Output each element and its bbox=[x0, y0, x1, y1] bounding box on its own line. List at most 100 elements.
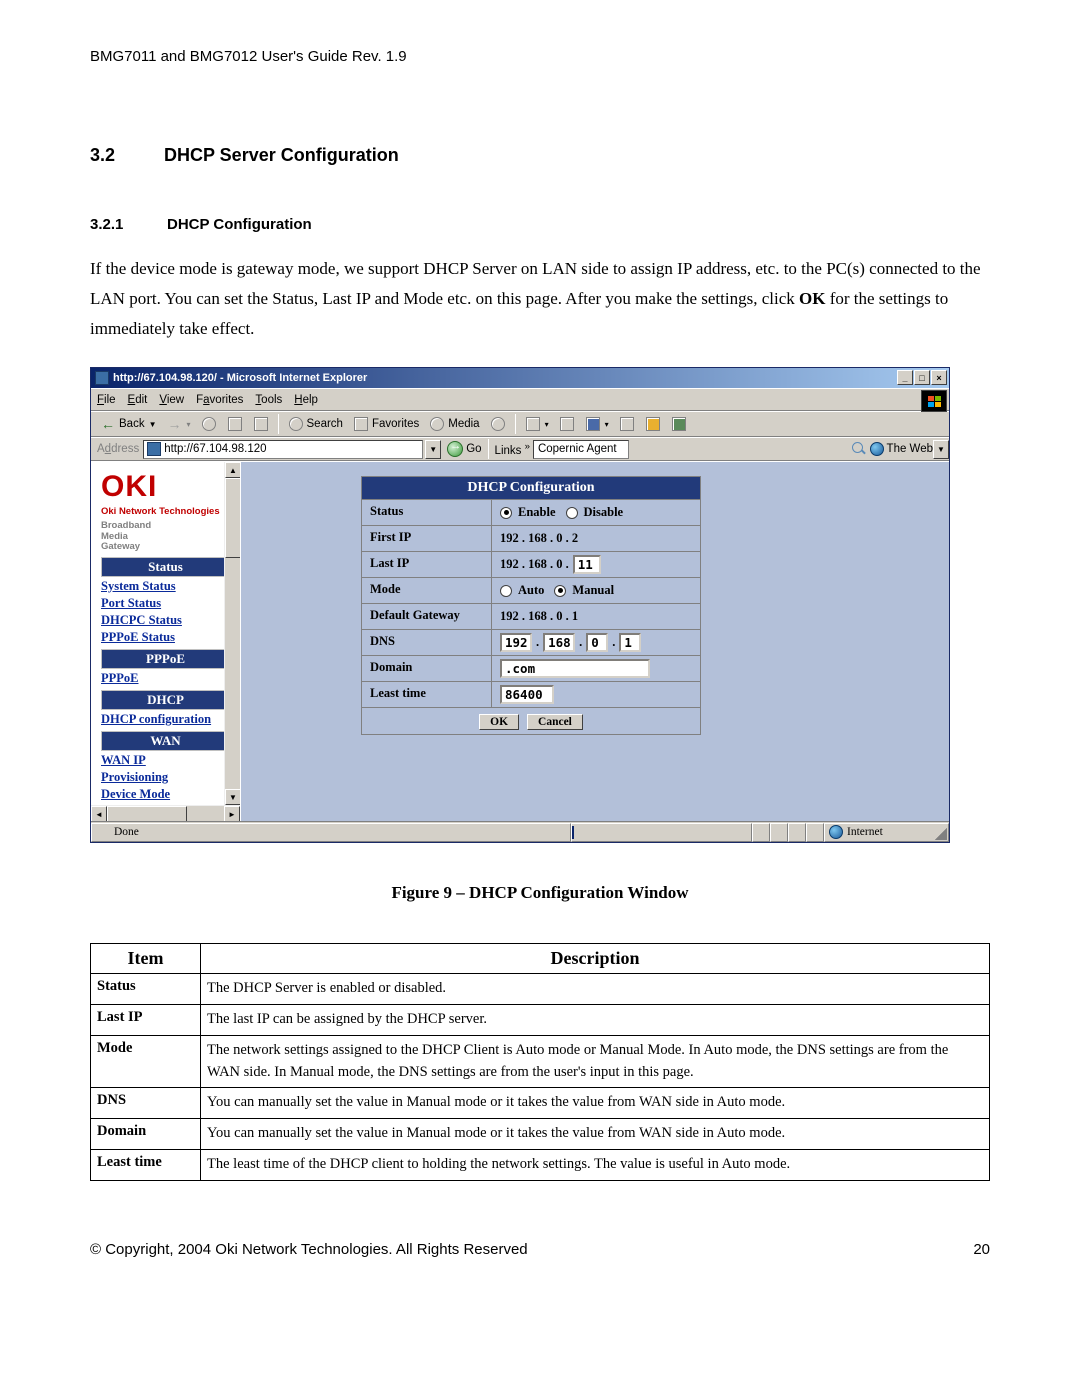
input-dns-1[interactable]: 192 bbox=[500, 633, 532, 652]
edit-button[interactable]: ▾ bbox=[582, 416, 612, 432]
minimize-button[interactable]: _ bbox=[897, 370, 913, 385]
extra-icon bbox=[672, 417, 686, 431]
label-mode: Mode bbox=[362, 578, 492, 603]
input-least[interactable]: 86400 bbox=[500, 685, 554, 704]
address-label: Address bbox=[97, 443, 139, 455]
extra-button-2[interactable] bbox=[642, 416, 664, 432]
media-button[interactable]: Media bbox=[426, 416, 482, 432]
menu-help[interactable]: Help bbox=[294, 394, 318, 406]
scroll-thumb-v[interactable] bbox=[225, 478, 240, 558]
back-button[interactable]: Back▼ bbox=[97, 416, 160, 432]
scroll-up-button[interactable]: ▲ bbox=[225, 462, 240, 478]
radio-auto[interactable] bbox=[500, 585, 512, 597]
extra-button-1[interactable] bbox=[616, 416, 638, 432]
label-gateway: Default Gateway bbox=[362, 604, 492, 629]
value-gateway: 192 . 168 . 0 . 1 bbox=[492, 604, 700, 629]
address-input[interactable]: http://67.104.98.120 bbox=[143, 440, 423, 459]
toolbar: Back▼ ▾ Search Favorites Media ▾ ▾ bbox=[91, 411, 949, 437]
radio-enable[interactable] bbox=[500, 507, 512, 519]
favorites-button[interactable]: Favorites bbox=[350, 416, 422, 432]
stop-button[interactable] bbox=[198, 416, 220, 432]
nav-dhcpc-status[interactable]: DHCPC Status bbox=[101, 613, 230, 628]
nav-wan-ip[interactable]: WAN IP bbox=[101, 753, 230, 768]
mail-button[interactable]: ▾ bbox=[522, 416, 552, 432]
scroll-down-button[interactable]: ▼ bbox=[225, 789, 240, 805]
nav-pppoe[interactable]: PPPoE bbox=[101, 671, 230, 686]
page-icon bbox=[147, 442, 161, 456]
search-button[interactable]: Search bbox=[285, 416, 346, 432]
search-magnifier-icon[interactable] bbox=[851, 441, 867, 457]
globe-icon bbox=[870, 442, 884, 456]
input-domain[interactable]: .com bbox=[500, 659, 650, 678]
nav-sidebar: OKI Oki Network Technologies Broadband M… bbox=[91, 462, 240, 805]
links-label[interactable]: Links » bbox=[495, 441, 530, 457]
intro-paragraph: If the device mode is gateway mode, we s… bbox=[90, 254, 990, 343]
go-button[interactable]: Go bbox=[447, 441, 481, 457]
menu-file[interactable]: FFileile bbox=[97, 394, 116, 406]
menu-edit[interactable]: Edit bbox=[128, 394, 148, 406]
theweb-dd-button[interactable]: ▼ bbox=[933, 440, 949, 459]
copernic-input[interactable]: Copernic Agent bbox=[533, 440, 629, 459]
table-row: ModeThe network settings assigned to the… bbox=[91, 1035, 990, 1088]
th-desc: Description bbox=[201, 944, 990, 974]
label-least: Least time bbox=[362, 682, 492, 707]
section-title: DHCP Server Configuration bbox=[164, 145, 399, 165]
cancel-button[interactable]: Cancel bbox=[527, 714, 583, 730]
label-dns: DNS bbox=[362, 630, 492, 655]
home-button[interactable] bbox=[250, 416, 272, 432]
ie-icon bbox=[95, 371, 109, 385]
page-number: 20 bbox=[973, 1241, 990, 1258]
radio-disable[interactable] bbox=[566, 507, 578, 519]
oki-logo: OKI bbox=[101, 470, 230, 504]
forward-button[interactable]: ▾ bbox=[164, 416, 194, 432]
scroll-thumb-h[interactable] bbox=[107, 806, 187, 822]
extra-button-3[interactable] bbox=[668, 416, 690, 432]
desc-cell: The least time of the DHCP client to hol… bbox=[201, 1149, 990, 1180]
menu-favorites[interactable]: Favorites bbox=[196, 394, 243, 406]
nav-provisioning[interactable]: Provisioning bbox=[101, 770, 230, 785]
nav-port-status[interactable]: Port Status bbox=[101, 596, 230, 611]
sidebar-scrollbar-v[interactable]: ▲ ▼ bbox=[224, 462, 240, 805]
discuss-icon bbox=[620, 417, 634, 431]
page-footer: © Copyright, 2004 Oki Network Technologi… bbox=[90, 1241, 990, 1258]
refresh-button[interactable] bbox=[224, 416, 246, 432]
input-lastip[interactable]: 11 bbox=[573, 555, 601, 574]
nav-device-mode[interactable]: Device Mode bbox=[101, 787, 230, 802]
doc-header: BMG7011 and BMG7012 User's Guide Rev. 1.… bbox=[90, 48, 990, 65]
dhcp-form: DHCP Configuration Status Enable Disable… bbox=[361, 476, 701, 735]
radio-manual[interactable] bbox=[554, 585, 566, 597]
ok-button[interactable]: OK bbox=[479, 714, 519, 730]
desc-cell: You can manually set the value in Manual… bbox=[201, 1088, 990, 1119]
status-text: Done bbox=[114, 826, 139, 838]
history-button[interactable] bbox=[487, 416, 509, 432]
theweb-dropdown[interactable]: The Web bbox=[870, 442, 933, 456]
print-icon bbox=[560, 417, 574, 431]
status-zone: Internet bbox=[824, 823, 949, 842]
input-dns-3[interactable]: 0 bbox=[586, 633, 608, 652]
nav-dhcp-conf[interactable]: DHCP configuration bbox=[101, 712, 230, 727]
refresh-icon bbox=[228, 417, 242, 431]
radio-auto-label: Auto bbox=[518, 583, 544, 598]
desc-cell: The DHCP Server is enabled or disabled. bbox=[201, 974, 990, 1005]
print-button[interactable] bbox=[556, 416, 578, 432]
radio-disable-label: Disable bbox=[584, 505, 624, 520]
input-dns-4[interactable]: 1 bbox=[619, 633, 641, 652]
menu-tools[interactable]: Tools bbox=[255, 394, 282, 406]
label-firstip: First IP bbox=[362, 526, 492, 551]
nav-system-status[interactable]: System Status bbox=[101, 579, 230, 594]
address-dropdown[interactable]: ▼ bbox=[425, 440, 441, 459]
resize-grip[interactable] bbox=[935, 828, 947, 840]
nav-pppoe-status[interactable]: PPPoE Status bbox=[101, 630, 230, 645]
close-button[interactable]: × bbox=[931, 370, 947, 385]
maximize-button[interactable]: □ bbox=[914, 370, 930, 385]
sidebar-scrollbar-h[interactable]: ◄ ► bbox=[91, 805, 240, 821]
item-cell: Least time bbox=[91, 1149, 201, 1180]
go-icon bbox=[447, 441, 463, 457]
radio-enable-label: Enable bbox=[518, 505, 556, 520]
zone-globe-icon bbox=[829, 825, 843, 839]
table-row: StatusThe DHCP Server is enabled or disa… bbox=[91, 974, 990, 1005]
scroll-left-button[interactable]: ◄ bbox=[91, 806, 107, 822]
menu-view[interactable]: View bbox=[159, 394, 184, 406]
scroll-right-button[interactable]: ► bbox=[224, 806, 240, 822]
input-dns-2[interactable]: 168 bbox=[543, 633, 575, 652]
